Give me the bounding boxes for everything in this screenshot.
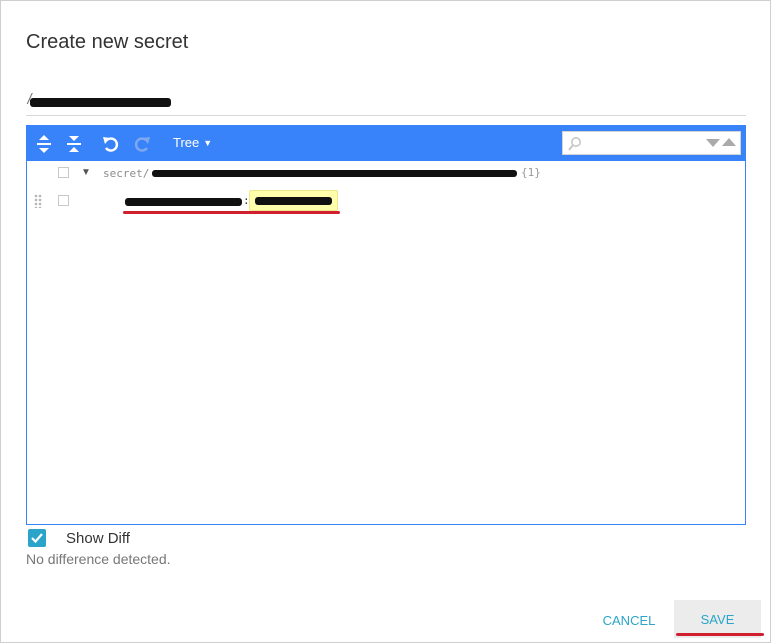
search-input[interactable]	[587, 134, 697, 152]
expand-all-icon	[36, 134, 52, 154]
root-field-name[interactable]: secret/	[103, 167, 149, 180]
annotation-underline	[123, 211, 340, 214]
path-redaction	[30, 98, 171, 107]
collapse-all-button[interactable]	[61, 131, 87, 157]
mode-dropdown[interactable]: Tree ▼	[173, 135, 212, 150]
expand-all-button[interactable]	[31, 131, 57, 157]
tree-view: ▼ secret/ {1} :	[27, 161, 745, 524]
show-diff-checkbox[interactable]	[28, 529, 46, 547]
collapse-all-icon	[66, 134, 82, 154]
checkmark-icon	[31, 533, 43, 544]
row-select-checkbox[interactable]	[58, 195, 69, 206]
diff-status-text: No difference detected.	[26, 551, 171, 567]
show-diff-label: Show Diff	[66, 529, 130, 547]
undo-icon	[101, 134, 121, 154]
search-icon	[567, 136, 583, 157]
field-key-redaction[interactable]	[125, 198, 242, 206]
undo-button[interactable]	[98, 131, 124, 157]
redo-icon	[132, 134, 152, 154]
tree-row-root: ▼ secret/ {1}	[27, 161, 745, 187]
drag-handle-icon[interactable]	[34, 194, 42, 208]
show-diff-toggle[interactable]: Show Diff	[28, 528, 130, 548]
cancel-button[interactable]: CANCEL	[594, 602, 664, 638]
search-box	[562, 131, 741, 155]
collapse-triangle-icon[interactable]: ▼	[81, 167, 91, 178]
search-previous-icon[interactable]	[722, 138, 736, 146]
create-secret-dialog: Create new secret /	[0, 0, 771, 643]
dialog-title: Create new secret	[26, 31, 189, 53]
secret-path-input[interactable]: /	[26, 89, 746, 116]
caret-down-icon: ▼	[203, 138, 213, 148]
row-select-checkbox[interactable]	[58, 167, 69, 178]
search-next-icon[interactable]	[706, 139, 720, 147]
root-item-count: {1}	[521, 166, 541, 179]
mode-label: Tree	[173, 135, 200, 150]
redo-button[interactable]	[129, 131, 155, 157]
save-annotation-underline	[676, 633, 764, 636]
field-value-redaction	[255, 197, 332, 205]
json-editor: Tree ▼ ▼ secret/ {1}:	[26, 125, 746, 525]
field-value[interactable]	[249, 190, 338, 211]
root-path-redaction	[152, 170, 517, 177]
editor-menu-bar: Tree ▼	[27, 126, 745, 161]
